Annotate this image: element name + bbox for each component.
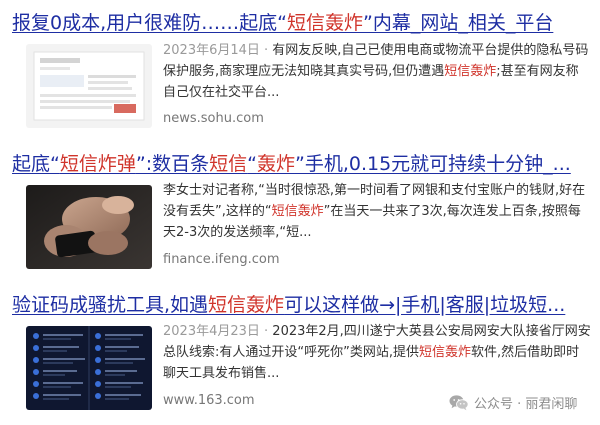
- title-text: ”内幕_网站_相关_平台: [363, 12, 554, 34]
- snippet-highlight: 短信轰炸: [418, 345, 471, 360]
- result-thumbnail[interactable]: [26, 185, 152, 269]
- result-date: 2023年6月14日 ·: [163, 43, 273, 58]
- wechat-official-account-watermark: 公众号 · 丽君闲聊: [449, 391, 577, 413]
- result-date: 2023年4月23日 ·: [163, 324, 273, 339]
- title-text: ”:数百条: [135, 153, 210, 175]
- title-highlight: 短信: [209, 153, 248, 175]
- result-source-url[interactable]: finance.ifeng.com: [163, 251, 280, 269]
- result-source-url[interactable]: news.sohu.com: [163, 110, 264, 128]
- title-highlight: 短信轰炸: [208, 294, 285, 316]
- result-source-url[interactable]: www.163.com: [163, 392, 255, 410]
- title-highlight: 短信炸弹: [59, 153, 136, 175]
- title-text: 起底“: [12, 153, 60, 175]
- hands-holding-phone-image: [26, 185, 152, 269]
- watermark-text: 公众号 · 丽君闲聊: [474, 396, 578, 412]
- snippet-highlight: 短信轰炸: [444, 64, 497, 79]
- title-highlight: 轰炸: [256, 153, 295, 175]
- result-snippet: 2023年4月23日 · 2023年2月,四川遂宁大英县公安局网安大队接省厅网安…: [163, 321, 591, 384]
- result-title-link[interactable]: 验证码成骚扰工具,如遇短信轰炸可以这样做→|手机|客服|垃圾短...: [12, 293, 565, 317]
- title-text: “: [247, 153, 257, 175]
- chat-list-screenshot-image: [26, 326, 152, 410]
- result-title-link[interactable]: 报复0成本,用户很难防……起底“短信轰炸”内幕_网站_相关_平台: [12, 11, 553, 35]
- title-text: 可以这样做→|手机|客服|垃圾短...: [284, 294, 566, 316]
- title-highlight: 短信轰炸: [286, 12, 363, 34]
- result-thumbnail[interactable]: [26, 326, 152, 410]
- title-text: 报复0成本,用户很难防……起底“: [12, 12, 287, 34]
- wechat-icon: [449, 394, 469, 410]
- title-text: ”手机,0.15元就可持续十分钟_...: [294, 153, 571, 175]
- search-results-page: 报复0成本,用户很难防……起底“短信轰炸”内幕_网站_相关_平台 2023年6月…: [0, 0, 600, 425]
- result-snippet: 2023年6月14日 · 有网友反映,自己已使用电商或物流平台提供的隐私号码保护…: [163, 40, 591, 103]
- article-screenshot-image: [26, 44, 152, 128]
- snippet-highlight: 短信轰炸: [271, 204, 324, 219]
- result-snippet: 李女士对记者称,“当时很惊恐,第一时间看了网银和支付宝账户的钱财,好在没有丢失”…: [163, 180, 591, 243]
- result-title-link[interactable]: 起底“短信炸弹”:数百条短信“轰炸”手机,0.15元就可持续十分钟_...: [12, 152, 571, 176]
- title-text: 验证码成骚扰工具,如遇: [12, 294, 209, 316]
- result-thumbnail[interactable]: [26, 44, 152, 128]
